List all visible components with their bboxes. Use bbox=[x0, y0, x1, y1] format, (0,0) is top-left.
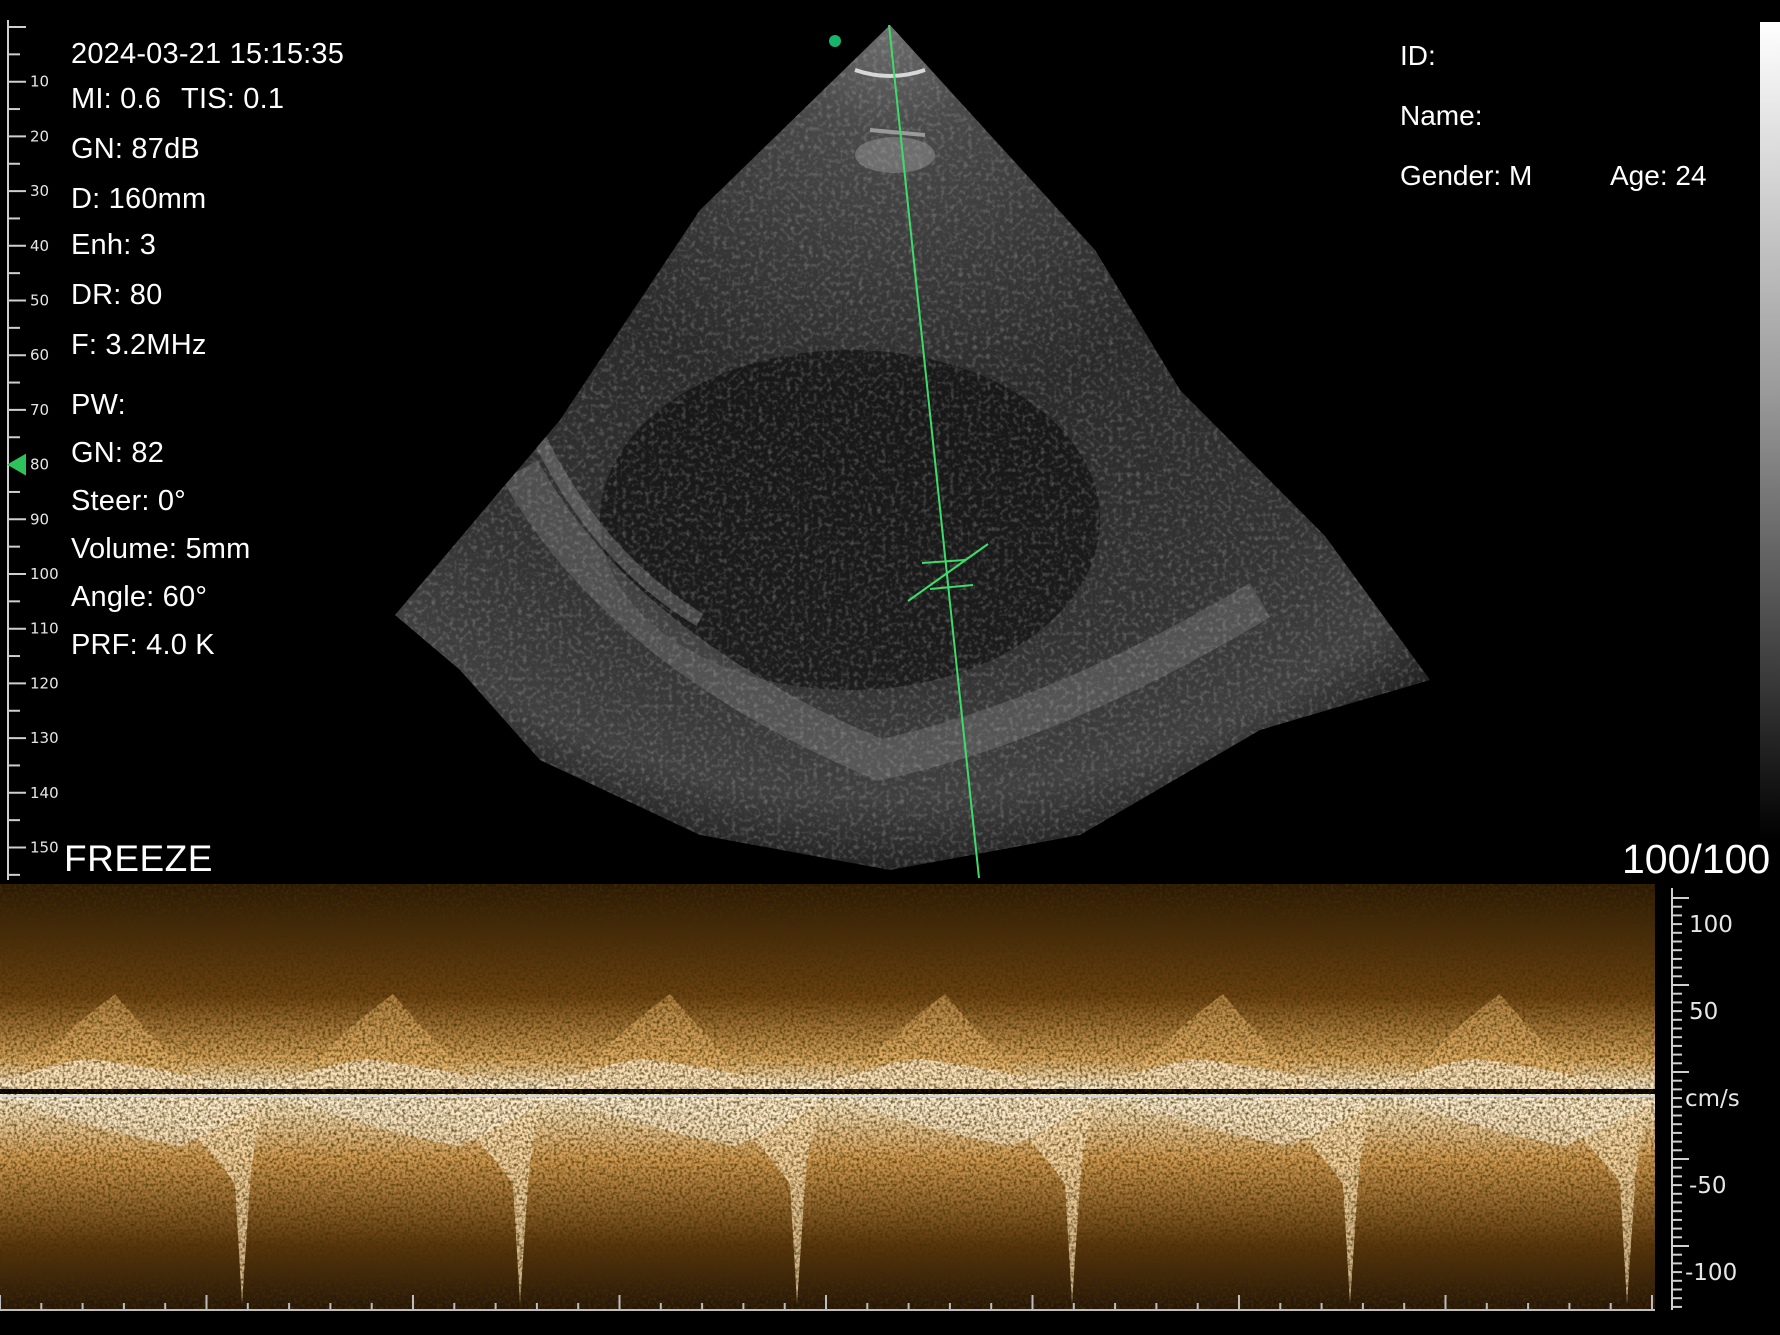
time-axis bbox=[0, 1295, 1655, 1311]
velocity-label-50: 50 bbox=[1689, 999, 1718, 1025]
sector-scan bbox=[395, 25, 1430, 870]
frame-counter: 100/100 bbox=[1622, 836, 1771, 882]
ultrasound-screen: 10 20 30 40 50 60 70 80 90 100 110 120 130 140 150 202… bbox=[0, 0, 1780, 1335]
velocity-scale: 100 50 cm/s -50 -100 bbox=[1671, 888, 1740, 1310]
velocity-label-minus-100: -100 bbox=[1685, 1260, 1737, 1286]
doppler-spectrum bbox=[0, 884, 1655, 1310]
velocity-label-minus-50: -50 bbox=[1689, 1173, 1727, 1199]
velocity-label-100: 100 bbox=[1689, 912, 1733, 938]
orientation-marker-icon bbox=[829, 35, 841, 47]
bmode-image bbox=[395, 24, 1430, 879]
freeze-status: FREEZE bbox=[64, 838, 213, 879]
velocity-unit: cm/s bbox=[1685, 1086, 1740, 1112]
